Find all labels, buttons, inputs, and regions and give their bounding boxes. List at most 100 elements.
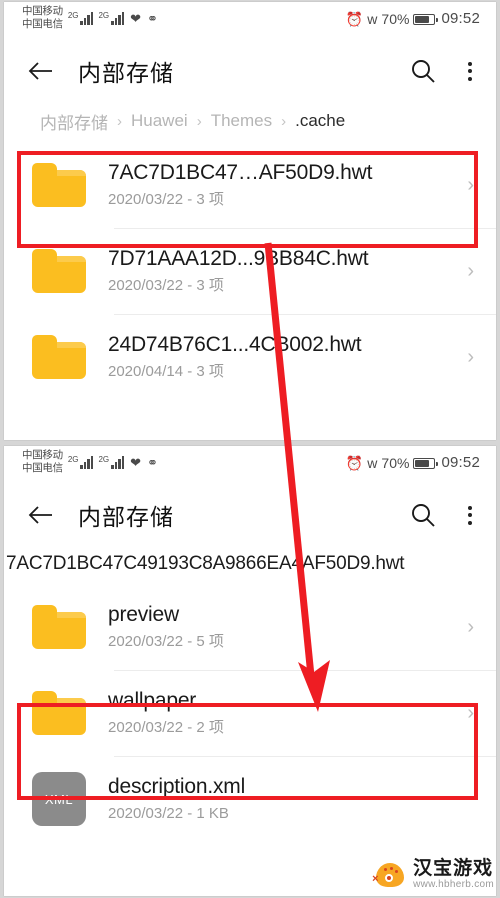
status-bar-1: 中国移动 中国电信 2G 2G ❤ ⚭ ⏰ w 70% 09:52 <box>4 2 496 42</box>
chevron-right-icon: › <box>467 702 474 724</box>
health-icon: ❤ <box>130 10 142 26</box>
chevron-right-icon: › <box>467 174 474 196</box>
carrier-labels-1: 中国移动 中国电信 <box>22 5 63 31</box>
file-list-1: 7AC7D1BC47…AF50D9.hwt 2020/03/22 - 3 项 ›… <box>4 142 496 400</box>
status-bar-right-2: ⏰ w 70% 09:52 <box>345 454 480 472</box>
bluetooth-icon: w <box>367 455 378 471</box>
alarm-icon: ⏰ <box>345 455 364 471</box>
list-item[interactable]: 7D71AAA12D...9BB84C.hwt 2020/03/22 - 3 项… <box>4 228 496 314</box>
carrier-secondary-label: 中国电信 <box>22 462 63 474</box>
list-item[interactable]: 7AC7D1BC47…AF50D9.hwt 2020/03/22 - 3 项 › <box>4 142 496 228</box>
file-meta: 2020/03/22 - 3 项 <box>108 190 224 208</box>
folder-icon <box>32 691 86 735</box>
battery-percent-label: 70% <box>381 11 410 27</box>
file-meta: 2020/03/22 - 3 项 <box>108 276 224 294</box>
folder-icon <box>32 163 86 207</box>
breadcrumb-item-0[interactable]: 内部存储 <box>40 109 108 134</box>
network-type-label-1: 2G <box>67 10 79 20</box>
list-item-text: wallpaper 2020/03/22 - 2 项 <box>108 688 459 739</box>
network-type-label-1: 2G <box>67 454 79 464</box>
signal-bars-icon-1 <box>80 455 94 469</box>
breadcrumb-item-3[interactable]: .cache <box>295 111 345 131</box>
battery-percent-label: 70% <box>381 455 410 471</box>
chevron-right-icon: › <box>467 616 474 638</box>
bluetooth-icon: w <box>367 11 378 27</box>
signal-indicator-1: 2G <box>67 10 94 25</box>
carrier-secondary-label: 中国电信 <box>22 18 63 30</box>
chevron-right-icon: › <box>467 260 474 282</box>
list-item[interactable]: 24D74B76C1...4CB002.hwt 2020/04/14 - 3 项… <box>4 314 496 400</box>
wechat-icon: ⚭ <box>147 454 158 470</box>
breadcrumb-separator: › <box>196 112 202 130</box>
app-bar-2: 内部存储 <box>4 486 496 544</box>
list-item[interactable]: XML description.xml 2020/03/22 - 1 KB <box>4 756 496 842</box>
more-options-icon[interactable] <box>462 58 478 85</box>
file-list-2: preview 2020/03/22 - 5 项 › wallpaper 202… <box>4 584 496 842</box>
app-bar-actions-2 <box>410 502 478 529</box>
file-meta: 2020/03/22 - 1 KB <box>108 804 229 822</box>
watermark: × 汉宝游戏 www.hbherb.com <box>372 858 494 890</box>
hbherb-logo-icon: × <box>372 861 407 889</box>
status-clock-label: 09:52 <box>441 454 480 471</box>
more-options-icon[interactable] <box>462 502 478 529</box>
file-name: 24D74B76C1...4CB002.hwt <box>108 332 362 356</box>
breadcrumb-separator: › <box>281 112 287 130</box>
breadcrumb-item-2[interactable]: Themes <box>211 111 272 131</box>
status-bar-left-2: 中国移动 中国电信 2G 2G ❤ ⚭ <box>22 449 158 475</box>
file-name: 7D71AAA12D...9BB84C.hwt <box>108 246 369 270</box>
status-bar-right-1: ⏰ w 70% 09:52 <box>345 10 480 28</box>
status-bar-2: 中国移动 中国电信 2G 2G ❤ ⚭ ⏰ w 70% 09:52 <box>4 446 496 486</box>
folder-icon <box>32 249 86 293</box>
signal-bars-icon-1 <box>80 11 94 25</box>
search-icon[interactable] <box>410 58 436 84</box>
screenshot-panel-2: 中国移动 中国电信 2G 2G ❤ ⚭ ⏰ w 70% 09:52 内部存储 7… <box>4 446 496 896</box>
signal-bars-icon-2 <box>111 11 125 25</box>
network-type-label-2: 2G <box>98 10 110 20</box>
watermark-title: 汉宝游戏 <box>413 858 494 879</box>
signal-indicator-1: 2G <box>67 454 94 469</box>
back-arrow-icon[interactable] <box>28 502 54 528</box>
file-name: preview <box>108 602 179 626</box>
list-item-text: 7D71AAA12D...9BB84C.hwt 2020/03/22 - 3 项 <box>108 246 459 297</box>
breadcrumb-item-1[interactable]: Huawei <box>131 111 188 131</box>
app-bar-actions-1 <box>410 58 478 85</box>
network-type-label-2: 2G <box>98 454 110 464</box>
wechat-icon: ⚭ <box>147 10 158 26</box>
page-title: 内部存储 <box>78 60 174 86</box>
battery-icon <box>413 457 439 469</box>
file-name: wallpaper <box>108 688 197 712</box>
signal-indicator-2: 2G <box>98 10 125 25</box>
alarm-icon: ⏰ <box>345 11 364 27</box>
list-item-text: 7AC7D1BC47…AF50D9.hwt 2020/03/22 - 3 项 <box>108 160 459 211</box>
current-path-label: 7AC7D1BC47C49193C8A9866EA4AF50D9.hwt <box>4 544 496 584</box>
health-icon: ❤ <box>130 454 142 470</box>
search-icon[interactable] <box>410 502 436 528</box>
status-bar-left-1: 中国移动 中国电信 2G 2G ❤ ⚭ <box>22 5 158 31</box>
carrier-primary-label: 中国移动 <box>22 5 63 17</box>
breadcrumb: 内部存储 › Huawei › Themes › .cache <box>4 100 496 142</box>
list-item-text: description.xml 2020/03/22 - 1 KB <box>108 774 474 825</box>
back-arrow-icon[interactable] <box>28 58 54 84</box>
list-item-text: preview 2020/03/22 - 5 项 <box>108 602 459 653</box>
list-item[interactable]: preview 2020/03/22 - 5 项 › <box>4 584 496 670</box>
file-name: 7AC7D1BC47…AF50D9.hwt <box>108 160 373 184</box>
breadcrumb-separator: › <box>117 112 122 130</box>
signal-indicator-2: 2G <box>98 454 125 469</box>
app-bar-1: 内部存储 <box>4 42 496 100</box>
file-meta: 2020/03/22 - 2 项 <box>108 718 224 736</box>
list-item[interactable]: wallpaper 2020/03/22 - 2 项 › <box>4 670 496 756</box>
folder-icon <box>32 335 86 379</box>
file-name: description.xml <box>108 774 246 798</box>
battery-icon <box>413 13 439 25</box>
folder-icon <box>32 605 86 649</box>
file-meta: 2020/03/22 - 5 项 <box>108 632 224 650</box>
file-meta: 2020/04/14 - 3 项 <box>108 362 224 380</box>
screenshot-panel-1: 中国移动 中国电信 2G 2G ❤ ⚭ ⏰ w 70% 09:52 内部存储 内… <box>4 2 496 440</box>
list-item-text: 24D74B76C1...4CB002.hwt 2020/04/14 - 3 项 <box>108 332 459 383</box>
xml-file-icon: XML <box>32 772 86 826</box>
signal-bars-icon-2 <box>111 455 125 469</box>
carrier-labels-2: 中国移动 中国电信 <box>22 449 63 475</box>
watermark-url: www.hbherb.com <box>413 879 494 890</box>
status-clock-label: 09:52 <box>441 10 480 27</box>
page-title: 内部存储 <box>78 504 174 530</box>
